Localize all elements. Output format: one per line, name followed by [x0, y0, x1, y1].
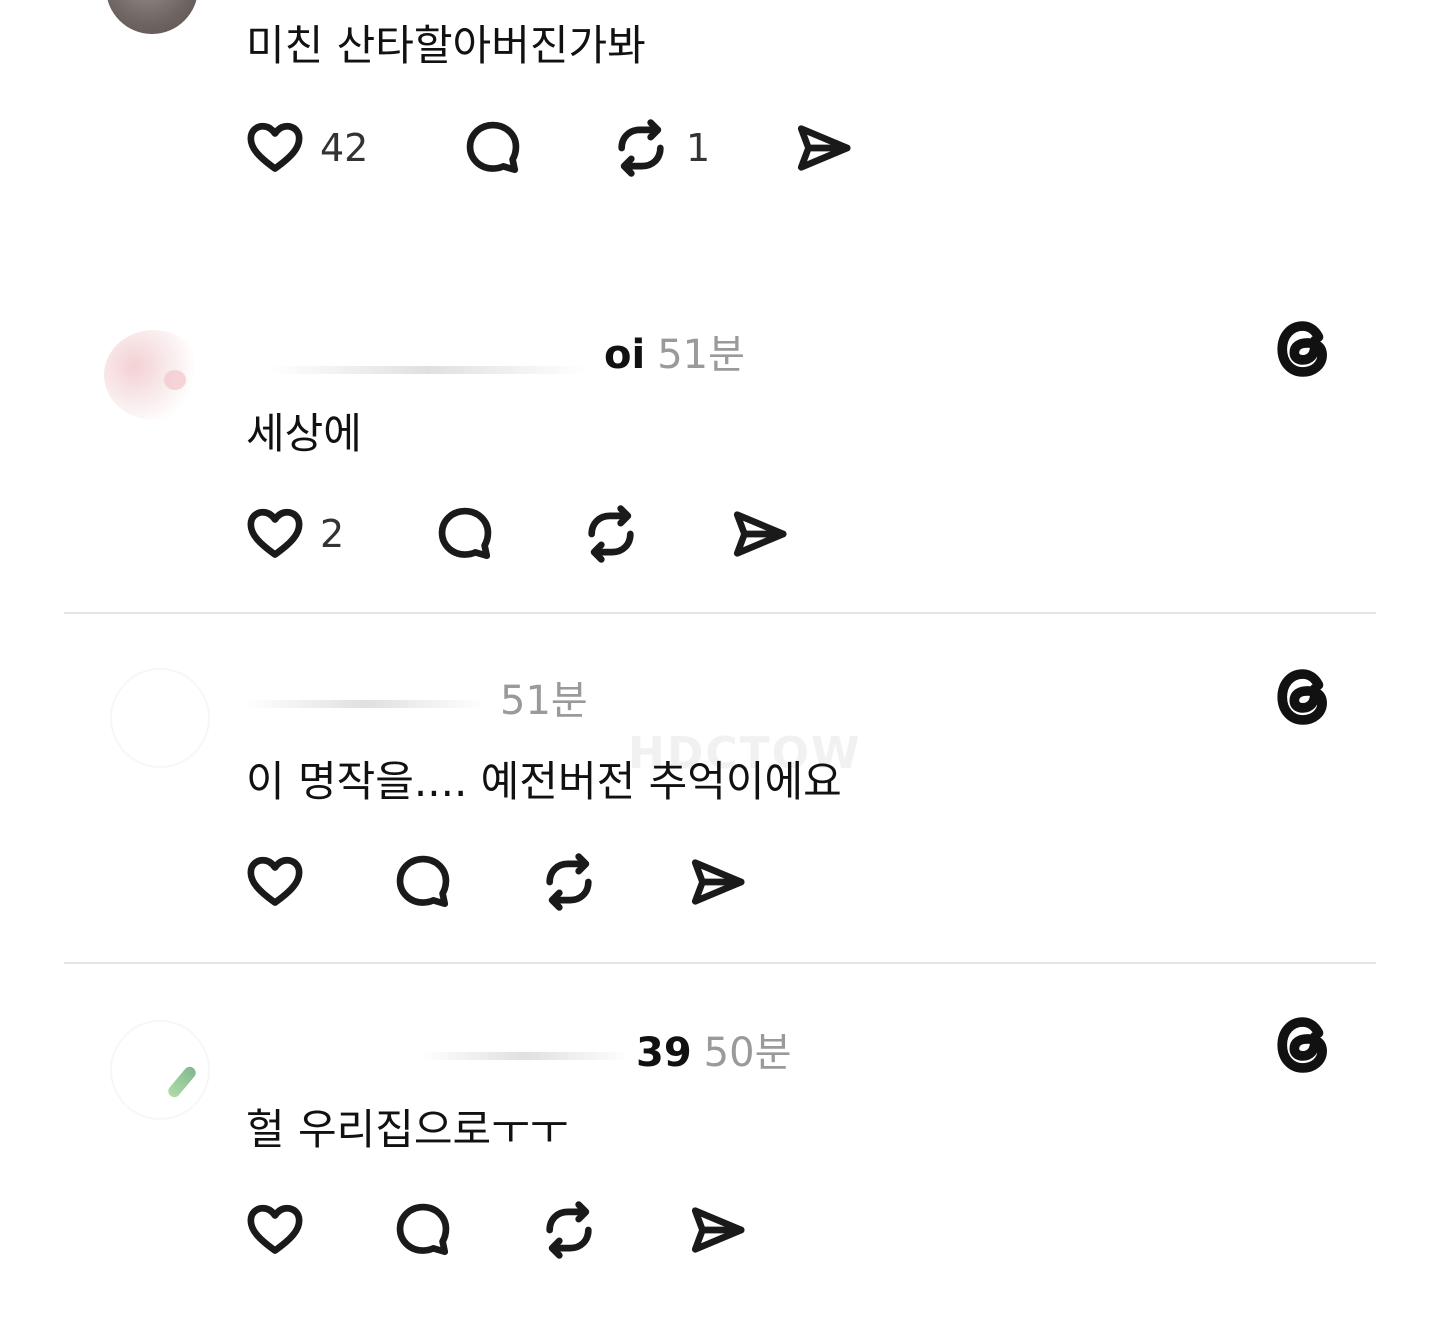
like-count: 42	[320, 126, 369, 170]
comment-text: 이 명작을.... 예전버전 추억이에요	[246, 757, 842, 806]
avatar[interactable]	[110, 668, 210, 768]
repost-button[interactable]: 1	[612, 116, 710, 180]
divider	[64, 612, 1376, 614]
action-bar	[246, 1198, 766, 1262]
username[interactable]: oi	[604, 332, 645, 378]
action-bar: 42 1	[246, 116, 886, 180]
repost-button[interactable]	[582, 502, 640, 566]
repost-icon	[546, 1201, 592, 1259]
username[interactable]: 39	[636, 1030, 692, 1076]
comment-meta: oi 51분	[604, 322, 745, 380]
timestamp: 51분	[657, 332, 745, 378]
threads-logo-icon[interactable]	[1275, 320, 1333, 378]
like-button[interactable]	[246, 850, 304, 914]
like-button[interactable]: 42	[246, 116, 368, 180]
like-button[interactable]: 2	[246, 502, 344, 566]
repost-count: 1	[686, 126, 711, 170]
share-button[interactable]	[688, 1198, 746, 1262]
send-icon	[733, 511, 787, 557]
comment-text: 미친 산타할아버진가봐	[246, 21, 646, 70]
comment-meta: 39 50분	[636, 1020, 791, 1078]
share-button[interactable]	[688, 850, 746, 914]
action-bar	[246, 850, 766, 914]
comment-bubble-icon	[466, 121, 520, 174]
threads-logo-icon[interactable]	[1275, 1016, 1333, 1074]
share-button[interactable]	[730, 502, 788, 566]
heart-icon	[247, 1204, 303, 1254]
redacted-username	[246, 700, 486, 708]
comment-bubble-icon	[438, 507, 492, 560]
avatar[interactable]	[104, 330, 204, 420]
repost-button[interactable]	[540, 850, 598, 914]
share-button[interactable]	[794, 116, 852, 180]
divider	[64, 962, 1376, 964]
timestamp: 50분	[703, 1030, 792, 1076]
action-bar: 2	[246, 502, 806, 566]
redacted-username	[420, 1052, 630, 1060]
comment-bubble-icon	[396, 1203, 450, 1256]
repost-button[interactable]	[540, 1198, 598, 1262]
redacted-username	[268, 366, 588, 374]
repost-icon	[618, 119, 664, 177]
like-count: 2	[320, 512, 345, 556]
repost-icon	[546, 853, 592, 911]
avatar[interactable]	[110, 1020, 210, 1120]
heart-icon	[247, 122, 303, 172]
heart-icon	[247, 856, 303, 906]
threads-logo-icon[interactable]	[1275, 668, 1333, 726]
comment-text: 세상에	[246, 409, 362, 458]
repost-icon	[588, 505, 634, 563]
comment-bubble-icon	[396, 855, 450, 908]
reply-button[interactable]	[436, 502, 494, 566]
reply-button[interactable]	[394, 1198, 452, 1262]
heart-icon	[247, 508, 303, 558]
send-icon	[797, 125, 851, 171]
like-button[interactable]	[246, 1198, 304, 1262]
reply-button[interactable]	[464, 116, 522, 180]
comment-meta: 51분	[500, 668, 588, 726]
reply-button[interactable]	[394, 850, 452, 914]
timestamp: 51분	[500, 678, 588, 724]
send-icon	[691, 1207, 745, 1253]
comment-text: 헐 우리집으로ㅜㅜ	[246, 1105, 569, 1154]
send-icon	[691, 859, 745, 905]
avatar[interactable]	[106, 0, 198, 34]
